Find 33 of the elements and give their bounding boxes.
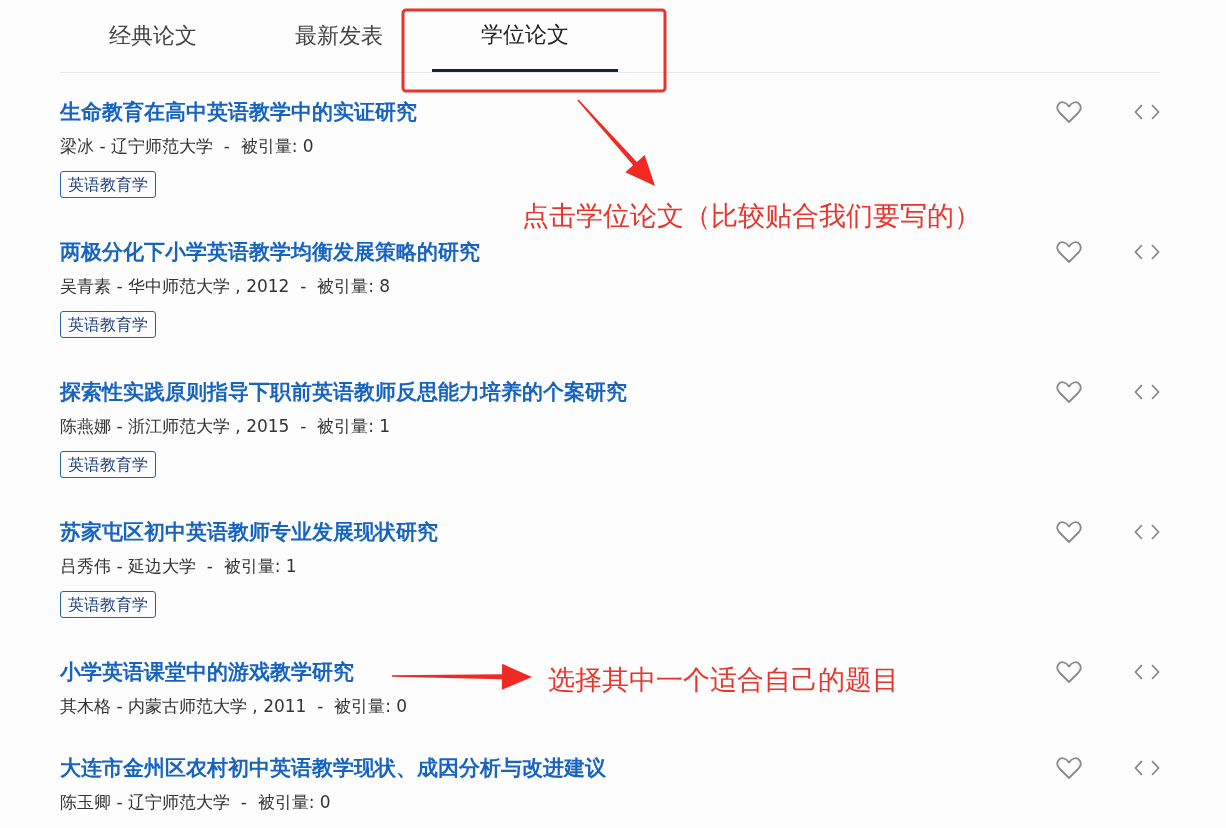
paper-meta: 梁冰 - 辽宁师范大学 - 被引量: 0 (60, 135, 314, 158)
heart-icon[interactable] (1056, 520, 1082, 544)
paper-meta: 陈燕娜 - 浙江师范大学 , 2015 - 被引量: 1 (60, 415, 391, 438)
code-icon[interactable] (1134, 383, 1160, 401)
heart-icon[interactable] (1056, 660, 1082, 684)
subject-tag[interactable]: 英语教育学 (60, 171, 156, 198)
tab[interactable]: 经典论文 (60, 0, 246, 72)
paper-meta: 吴青素 - 华中师范大学 , 2012 - 被引量: 8 (60, 275, 391, 298)
code-icon[interactable] (1134, 523, 1160, 541)
code-icon[interactable] (1134, 663, 1160, 681)
paper-title-link[interactable]: 两极分化下小学英语教学均衡发展策略的研究 (60, 237, 480, 267)
subject-tag[interactable]: 英语教育学 (60, 451, 156, 478)
heart-icon[interactable] (1056, 240, 1082, 264)
paper-title-link[interactable]: 生命教育在高中英语教学中的实证研究 (60, 97, 417, 127)
tab[interactable]: 学位论文 (432, 0, 618, 72)
paper-title-link[interactable]: 小学英语课堂中的游戏教学研究 (60, 657, 354, 687)
subject-tag[interactable]: 英语教育学 (60, 311, 156, 338)
heart-icon[interactable] (1056, 756, 1082, 780)
paper-meta: 吕秀伟 - 延边大学 - 被引量: 1 (60, 555, 297, 578)
code-icon[interactable] (1134, 243, 1160, 261)
paper-title-link[interactable]: 苏家屯区初中英语教师专业发展现状研究 (60, 517, 438, 547)
heart-icon[interactable] (1056, 100, 1082, 124)
annotation-text: 选择其中一个适合自己的题目 (548, 663, 899, 697)
paper-meta: 其木格 - 内蒙古师范大学 , 2011 - 被引量: 0 (60, 695, 408, 718)
paper-title-link[interactable]: 探索性实践原则指导下职前英语教师反思能力培养的个案研究 (60, 377, 627, 407)
heart-icon[interactable] (1056, 380, 1082, 404)
annotation-text: 点击学位论文（比较贴合我们要写的） (522, 199, 981, 233)
code-icon[interactable] (1134, 759, 1160, 777)
paper-meta: 陈玉卿 - 辽宁师范大学 - 被引量: 0 (60, 791, 331, 814)
tab[interactable]: 最新发表 (246, 0, 432, 72)
code-icon[interactable] (1134, 103, 1160, 121)
paper-title-link[interactable]: 大连市金州区农村初中英语教学现状、成因分析与改进建议 (60, 753, 606, 783)
subject-tag[interactable]: 英语教育学 (60, 591, 156, 618)
